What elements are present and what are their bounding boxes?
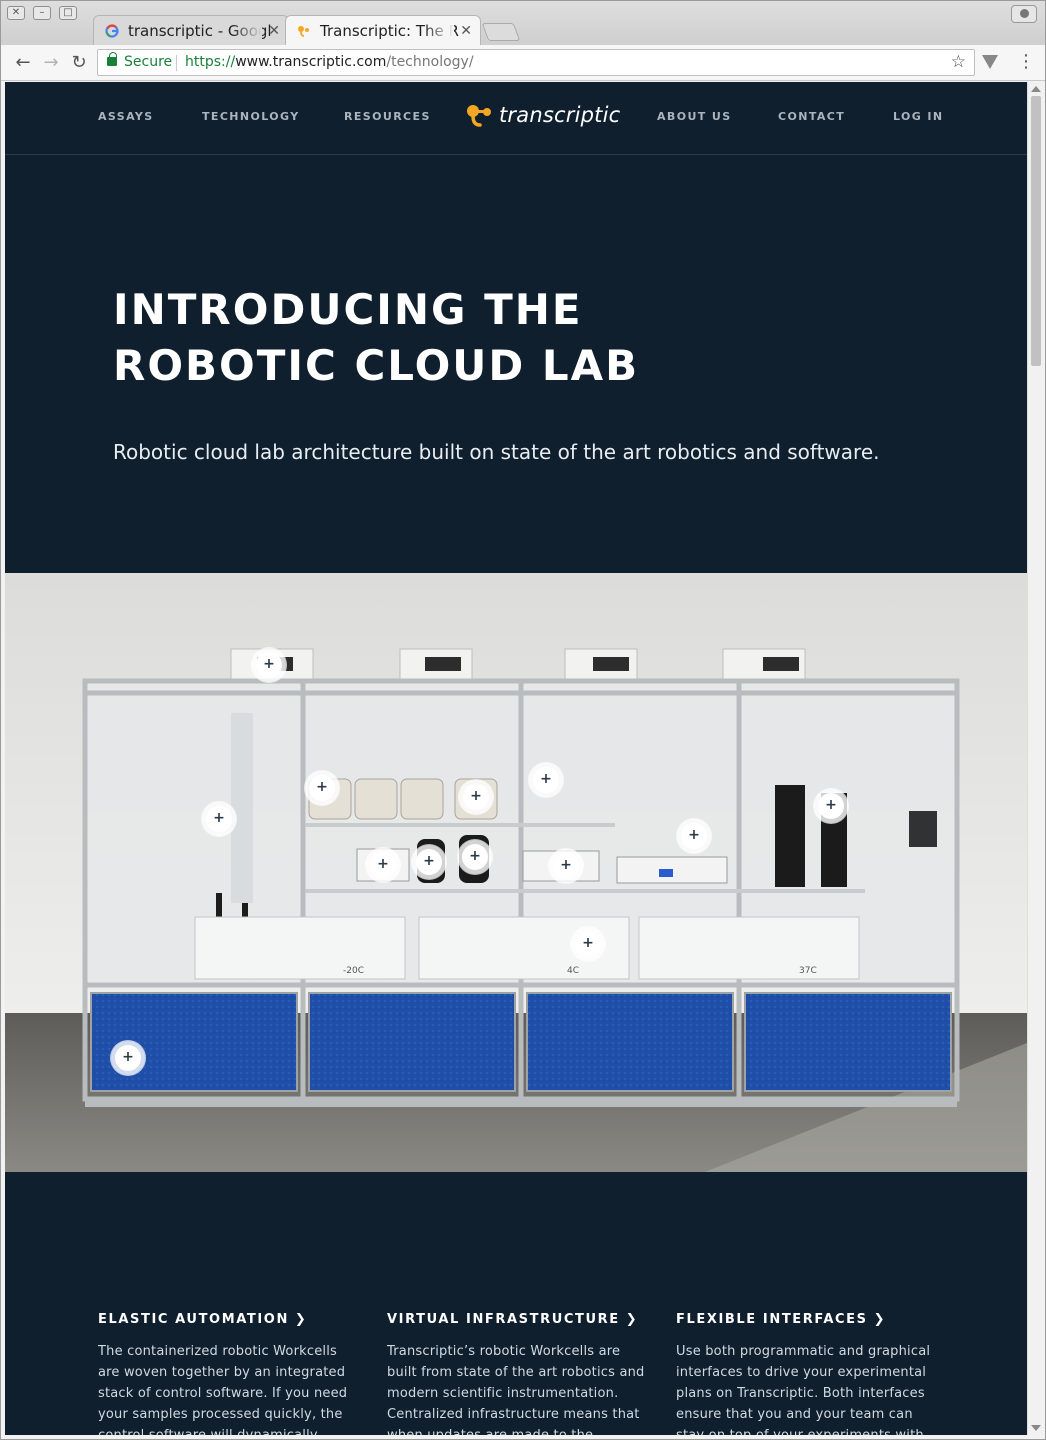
tab-close-icon[interactable]: ✕	[268, 16, 280, 45]
workcell-illustration: -20C 4C 37C	[5, 573, 1027, 1172]
chevron-right-icon: ❯	[873, 1312, 887, 1327]
feature-title-link[interactable]: FLEXIBLE INTERFACES ❯	[676, 1312, 938, 1327]
window-close-icon[interactable]: ✕	[7, 6, 25, 20]
hotspot-plate-sealer[interactable]	[370, 852, 396, 878]
robotic-workcell-image: -20C 4C 37C	[5, 573, 1027, 1172]
chevron-right-icon: ❯	[625, 1312, 639, 1327]
feature-description: Use both programmatic and graphical inte…	[676, 1344, 931, 1435]
site-navigation: ASSAYS TECHNOLOGY RESOURCES transcriptic…	[5, 82, 1027, 155]
feature-title: ELASTIC AUTOMATION	[98, 1312, 289, 1327]
transcriptic-icon	[298, 26, 309, 37]
incubator-label: 37C	[799, 966, 817, 976]
nav-log-in[interactable]: LOG IN	[893, 110, 944, 123]
nav-contact[interactable]: CONTACT	[778, 110, 845, 123]
extension-icon[interactable]	[982, 55, 998, 69]
scroll-down-arrow-icon[interactable]	[1031, 1425, 1041, 1431]
nav-assays[interactable]: ASSAYS	[98, 110, 154, 123]
lock-icon	[107, 52, 117, 66]
browser-window: ✕ – □ transcriptic - Googl ✕ Transcripti…	[0, 0, 1046, 1440]
reload-icon[interactable]: ↻	[67, 51, 91, 75]
hero-title-line-1: INTRODUCING THE	[113, 285, 583, 334]
hotspot-thermocycler-1[interactable]	[309, 775, 335, 801]
hotspot-pipette-station[interactable]	[681, 823, 707, 849]
feature-flexible-interfaces: FLEXIBLE INTERFACES ❯ Use both programmat…	[676, 1312, 938, 1435]
security-label: Secure	[124, 54, 173, 70]
feature-title-link[interactable]: ELASTIC AUTOMATION ❯	[98, 1312, 360, 1327]
window-minimize-icon[interactable]: –	[33, 6, 51, 20]
freezer-label: -20C	[343, 966, 364, 976]
window-maximize-icon[interactable]: □	[59, 6, 77, 20]
hotspot-plate-rack[interactable]	[818, 793, 844, 819]
hotspot-fridge[interactable]	[575, 931, 601, 957]
tab-fade	[424, 16, 454, 45]
url-path: /technology/	[386, 54, 474, 70]
url-host: www.transcriptic.com	[235, 54, 387, 70]
feature-description: Transcriptic’s robotic Workcells are bui…	[387, 1344, 645, 1435]
tab-google-search[interactable]: transcriptic - Googl ✕	[93, 15, 289, 45]
page-scrollbar[interactable]	[1027, 82, 1043, 1435]
url-scheme: https://	[185, 54, 236, 70]
feature-title: FLEXIBLE INTERFACES	[676, 1312, 868, 1327]
address-bar[interactable]: Secure https://www.transcriptic.com/tech…	[97, 49, 975, 76]
tab-transcriptic[interactable]: Transcriptic: The R ✕	[285, 15, 481, 45]
hero-title: INTRODUCING THE ROBOTIC CLOUD LAB	[113, 282, 813, 394]
hotspot-ceiling-unit[interactable]	[256, 652, 282, 678]
tab-close-icon[interactable]: ✕	[460, 16, 472, 45]
url-text: https://www.transcriptic.com/technology/	[185, 50, 474, 75]
title-bar: ✕ – □ transcriptic - Googl ✕ Transcripti…	[1, 1, 1045, 45]
hotspot-centrifuge-1[interactable]	[416, 849, 442, 875]
feature-title: VIRTUAL INFRASTRUCTURE	[387, 1312, 620, 1327]
back-arrow-icon[interactable]: ←	[11, 51, 35, 75]
browser-toolbar: ← → ↻ Secure https://www.transcriptic.co…	[1, 45, 1045, 81]
scroll-up-arrow-icon[interactable]	[1031, 86, 1041, 92]
profile-icon[interactable]	[1011, 5, 1037, 23]
chevron-right-icon: ❯	[294, 1312, 308, 1327]
hotspot-centrifuge-2[interactable]	[462, 844, 488, 870]
hotspot-plate-reader[interactable]	[553, 853, 579, 879]
new-tab-button[interactable]	[481, 23, 521, 41]
browser-menu-icon[interactable]: ⋮	[1017, 53, 1035, 71]
hotspot-thermocycler-4[interactable]	[463, 784, 489, 810]
bookmark-star-icon[interactable]: ☆	[951, 50, 966, 75]
feature-title-link[interactable]: VIRTUAL INFRASTRUCTURE ❯	[387, 1312, 649, 1327]
hotspot-robotic-arm[interactable]	[206, 806, 232, 832]
feature-virtual-infrastructure: VIRTUAL INFRASTRUCTURE ❯ Transcriptic’s r…	[387, 1312, 649, 1435]
transcriptic-logo-icon	[467, 105, 491, 127]
nav-resources[interactable]: RESOURCES	[344, 110, 431, 123]
address-divider	[176, 55, 177, 71]
logo-wordmark: transcriptic	[499, 103, 621, 127]
nav-technology[interactable]: TECHNOLOGY	[202, 110, 300, 123]
hotspot-liquid-handler[interactable]	[533, 767, 559, 793]
scrollbar-thumb[interactable]	[1031, 96, 1041, 366]
google-icon	[105, 24, 119, 38]
feature-description: The containerized robotic Workcells are …	[98, 1344, 348, 1435]
nav-about-us[interactable]: ABOUT US	[657, 110, 732, 123]
tab-fade	[232, 16, 262, 45]
hero-title-line-2: ROBOTIC CLOUD LAB	[113, 341, 640, 390]
feature-elastic-automation: ELASTIC AUTOMATION ❯ The containerized ro…	[98, 1312, 360, 1435]
hero-subtitle: Robotic cloud lab architecture built on …	[113, 440, 880, 464]
page-viewport: ASSAYS TECHNOLOGY RESOURCES transcriptic…	[5, 82, 1027, 1435]
forward-arrow-icon[interactable]: →	[39, 51, 63, 75]
hotspot-base-panel[interactable]	[115, 1045, 141, 1071]
fridge-label: 4C	[567, 966, 579, 976]
